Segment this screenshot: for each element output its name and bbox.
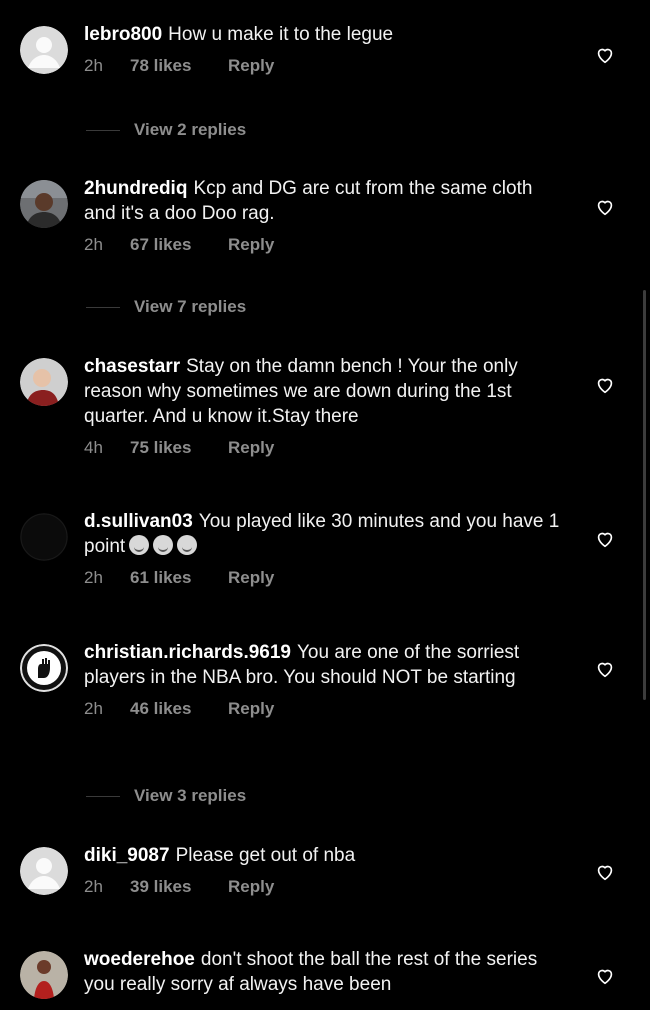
user-avatar[interactable] bbox=[20, 358, 68, 406]
comment-username[interactable]: woederehoe bbox=[84, 949, 195, 970]
comment-likes[interactable]: 39 likes bbox=[130, 877, 228, 897]
comment-likes[interactable]: 61 likes bbox=[130, 568, 228, 588]
view-replies-label[interactable]: View 2 replies bbox=[134, 120, 246, 140]
user-avatar[interactable] bbox=[20, 847, 68, 895]
user-avatar[interactable] bbox=[20, 951, 68, 999]
user-avatar[interactable] bbox=[20, 513, 68, 561]
replies-divider bbox=[86, 306, 120, 308]
user-avatar[interactable] bbox=[20, 180, 68, 228]
heart-outline-icon[interactable] bbox=[594, 196, 616, 218]
reply-button[interactable]: Reply bbox=[228, 568, 274, 588]
reply-button[interactable]: Reply bbox=[228, 235, 274, 255]
reply-button[interactable]: Reply bbox=[228, 877, 274, 897]
comment-time: 4h bbox=[84, 438, 103, 457]
replies-divider bbox=[86, 129, 120, 131]
face-with-tears-of-joy-emoji bbox=[177, 535, 198, 555]
comment-username[interactable]: d.sullivan03 bbox=[84, 511, 193, 532]
heart-outline-icon[interactable] bbox=[594, 658, 616, 680]
reply-button[interactable]: Reply bbox=[228, 56, 274, 76]
comment-time: 2h bbox=[84, 235, 103, 254]
comment-likes[interactable]: 75 likes bbox=[130, 438, 228, 458]
comment-likes[interactable]: 78 likes bbox=[130, 56, 228, 76]
comment-text: How u make it to the legue bbox=[168, 24, 394, 45]
reply-button[interactable]: Reply bbox=[228, 699, 274, 719]
comment-username[interactable]: lebro800 bbox=[84, 24, 162, 45]
comment-text: Please get out of nba bbox=[175, 845, 356, 866]
heart-outline-icon[interactable] bbox=[594, 528, 616, 550]
view-replies-button[interactable]: View 3 replies bbox=[86, 786, 246, 806]
comment-time: 2h bbox=[84, 699, 103, 718]
heart-outline-icon[interactable] bbox=[594, 861, 616, 883]
view-replies-button[interactable]: View 2 replies bbox=[86, 120, 246, 140]
heart-outline-icon[interactable] bbox=[594, 44, 616, 66]
comment-time: 2h bbox=[84, 568, 103, 587]
comment-username[interactable]: diki_9087 bbox=[84, 845, 170, 866]
heart-outline-icon[interactable] bbox=[594, 965, 616, 987]
comment-likes[interactable]: 46 likes bbox=[130, 699, 228, 719]
replies-divider bbox=[86, 795, 120, 797]
comment-username[interactable]: chasestarr bbox=[84, 356, 180, 377]
user-avatar[interactable] bbox=[20, 26, 68, 74]
view-replies-label[interactable]: View 7 replies bbox=[134, 297, 246, 317]
reply-button[interactable]: Reply bbox=[228, 438, 274, 458]
comment-username[interactable]: christian.richards.9619 bbox=[84, 642, 291, 663]
user-avatar[interactable] bbox=[20, 644, 68, 692]
view-replies-button[interactable]: View 7 replies bbox=[86, 297, 246, 317]
heart-outline-icon[interactable] bbox=[594, 374, 616, 396]
comment-likes[interactable]: 67 likes bbox=[130, 235, 228, 255]
comment-time: 2h bbox=[84, 56, 103, 75]
comment-username[interactable]: 2hundrediq bbox=[84, 178, 187, 199]
scrollbar[interactable] bbox=[643, 290, 646, 700]
view-replies-label[interactable]: View 3 replies bbox=[134, 786, 246, 806]
comment-time: 2h bbox=[84, 877, 103, 896]
face-with-tears-of-joy-emoji bbox=[153, 535, 174, 555]
face-with-tears-of-joy-emoji bbox=[129, 535, 150, 555]
